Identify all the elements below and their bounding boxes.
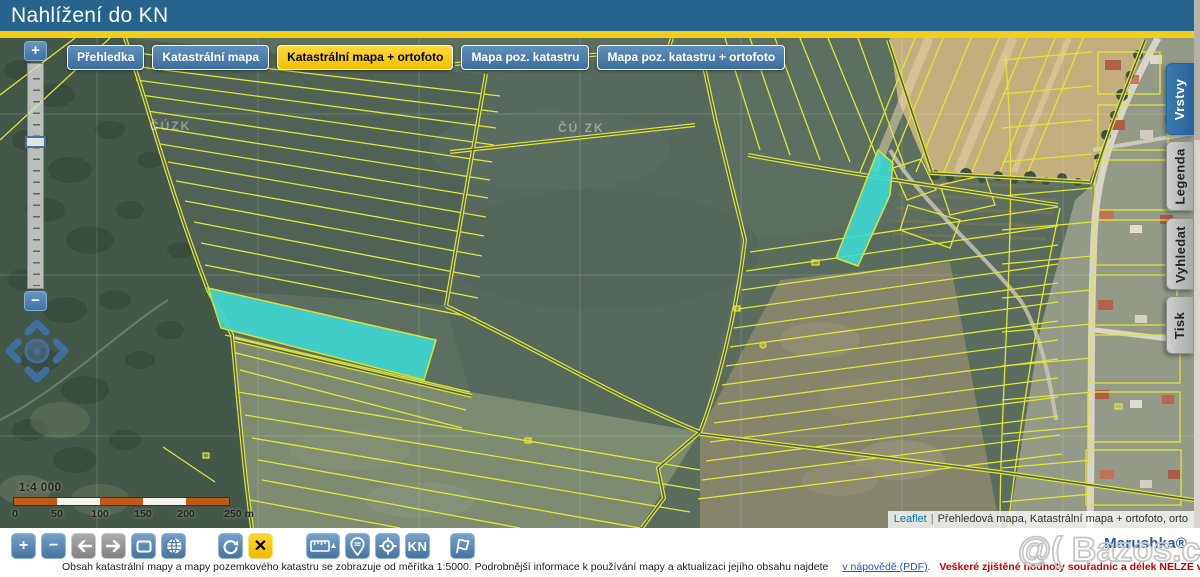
zoom-out-button[interactable]: − [24,291,47,311]
kn-button[interactable]: KN [405,533,430,559]
aerial-cadastral-map: ČÚZK ČÚ ZK [0,38,1200,528]
scale-tick: 100 [91,508,109,520]
ruler-icon [310,538,336,554]
pan-right-icon[interactable] [56,342,65,360]
side-tab-tisk[interactable]: Tisk [1166,296,1194,354]
marushka-logo: Marushka® [1104,535,1187,552]
tab-mapa-poz-katastru[interactable]: Mapa poz. katastru [461,45,589,70]
measure-button[interactable] [306,533,340,559]
zoom-slider-ticks [33,68,40,286]
side-tab-legenda[interactable]: Legenda [1166,141,1194,211]
scrollbar-thumb[interactable] [1194,0,1200,140]
refresh-icon [222,538,239,555]
scale-tick: 0 [12,508,18,520]
scale-tick: 50 [51,508,63,520]
crosshair-button[interactable] [375,533,400,559]
pan-control [4,318,70,384]
pan-down-icon[interactable] [28,370,46,379]
flag-button[interactable] [450,533,475,559]
globe-icon [165,537,183,555]
refresh-button[interactable] [218,533,243,559]
tab-mapa-poz-katastru-ortofoto[interactable]: Mapa poz. katastru + ortofoto [597,45,785,70]
status-bar: Obsah katastrální mapy a mapy pozemkovéh… [62,561,1200,573]
warning-text: Veškeré zjištěné hodnoty souřadnic a dél… [939,561,1200,573]
side-panel-tabs: Vrstvy Legenda Vyhledat Tisk [1166,38,1194,528]
zoom-slider[interactable] [27,63,44,289]
arrow-left-icon [76,540,92,552]
crosshair-icon [379,537,397,555]
arrow-right-icon [106,540,122,552]
pan-left-icon[interactable] [9,342,18,360]
scale-tick: 200 [177,508,195,520]
side-tab-vyhledat[interactable]: Vyhledat [1166,218,1194,290]
map-pin-icon [350,537,365,556]
page-title: Nahlížení do KN [11,4,168,27]
flag-icon [454,538,471,554]
scale-tick: 250 m [224,508,254,520]
forward-button[interactable] [101,533,126,559]
cuzk-watermark-right: ČÚ ZK [558,120,605,135]
cuzk-watermark-left: ČÚZK [150,118,191,133]
zoom-control: + − [24,41,48,311]
scale-tick: 150 [134,508,152,520]
attribution-layers: Přehledová mapa, Katastrální mapa + orto… [938,513,1188,525]
tab-katastralni-mapa-ortofoto[interactable]: Katastrální mapa + ortofoto [277,45,453,70]
pan-up-icon[interactable] [28,323,46,332]
status-info-text: Obsah katastrální mapy a mapy pozemkovéh… [62,561,828,573]
accent-strip [0,31,1194,38]
toolbar-zoom-in-button[interactable]: + [11,533,36,559]
leaflet-link[interactable]: Leaflet [894,513,927,525]
bottom-bar: + − ✕ [0,528,1200,577]
map-layer-tabs: Přehledka Katastrální mapa Katastrální m… [67,45,785,70]
map-toolbar: + − ✕ [11,533,475,559]
tab-katastralni-mapa[interactable]: Katastrální mapa [152,45,269,70]
map-attribution: Leaflet|Přehledová mapa, Katastrální map… [888,511,1194,528]
help-pdf-link[interactable]: v nápovědě (PDF) [842,561,927,573]
globe-button[interactable] [161,533,186,559]
scale-bar [13,497,230,506]
toolbar-zoom-out-button[interactable]: − [41,533,66,559]
scale-ratio: 1:4 000 [19,482,293,494]
zoom-in-button[interactable]: + [24,41,47,61]
rectangle-select-icon [136,540,152,553]
zoom-slider-handle[interactable] [25,136,46,148]
back-button[interactable] [71,533,96,559]
side-tab-vrstvy[interactable]: Vrstvy [1166,63,1194,135]
close-button[interactable]: ✕ [248,533,273,559]
app-header: Nahlížení do KN [0,0,1194,31]
map-scale: 1:4 000 0 50 100 150 200 250 m [13,482,293,521]
page-scrollbar[interactable] [1194,0,1200,528]
tab-prehledka[interactable]: Přehledka [67,45,144,70]
map-viewport[interactable]: ČÚZK ČÚ ZK Přehledka Katastrální mapa Ka… [0,38,1200,528]
rectangle-select-button[interactable] [131,533,156,559]
gps-marker-button[interactable] [345,533,370,559]
